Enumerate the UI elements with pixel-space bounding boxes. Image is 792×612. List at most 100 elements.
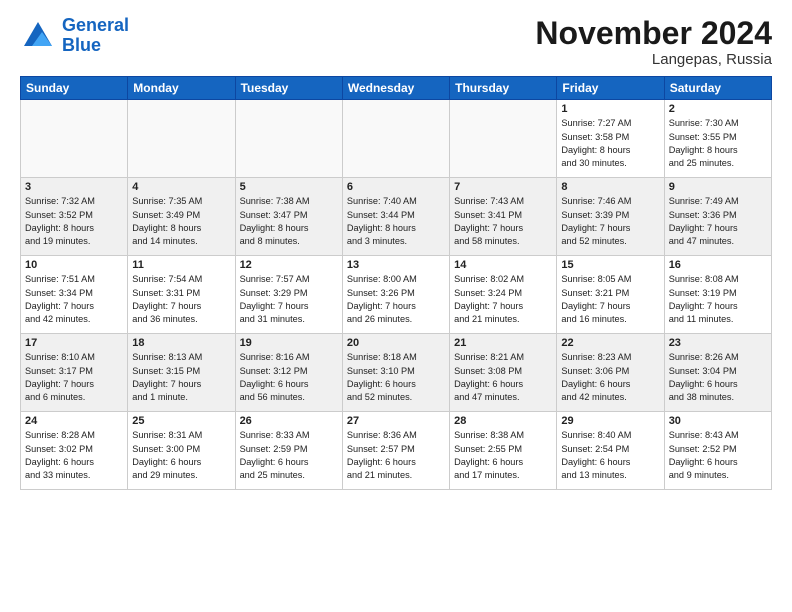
day-info: Sunrise: 8:05 AM Sunset: 3:21 PM Dayligh… <box>561 273 659 326</box>
day-number: 1 <box>561 103 659 115</box>
day-number: 17 <box>25 337 123 349</box>
calendar-cell: 12 Sunrise: 7:57 AM Sunset: 3:29 PM Dayli… <box>235 256 342 334</box>
calendar-cell: 9 Sunrise: 7:49 AM Sunset: 3:36 PM Daylig… <box>664 178 771 256</box>
day-number: 30 <box>669 415 767 427</box>
col-tuesday: Tuesday <box>235 77 342 100</box>
day-number: 8 <box>561 181 659 193</box>
day-number: 4 <box>132 181 230 193</box>
calendar-cell: 15 Sunrise: 8:05 AM Sunset: 3:21 PM Dayli… <box>557 256 664 334</box>
day-number: 12 <box>240 259 338 271</box>
day-info: Sunrise: 7:27 AM Sunset: 3:58 PM Dayligh… <box>561 117 659 170</box>
col-thursday: Thursday <box>450 77 557 100</box>
calendar-cell <box>235 100 342 178</box>
calendar-cell: 27 Sunrise: 8:36 AM Sunset: 2:57 PM Dayli… <box>342 412 449 490</box>
day-number: 7 <box>454 181 552 193</box>
day-number: 20 <box>347 337 445 349</box>
day-info: Sunrise: 8:43 AM Sunset: 2:52 PM Dayligh… <box>669 429 767 482</box>
calendar-cell: 3Sunrise: 7:32 AM Sunset: 3:52 PM Daylig… <box>21 178 128 256</box>
calendar-cell: 21Sunrise: 8:21 AM Sunset: 3:08 PM Dayli… <box>450 334 557 412</box>
day-info: Sunrise: 7:54 AM Sunset: 3:31 PM Dayligh… <box>132 273 230 326</box>
day-info: Sunrise: 8:08 AM Sunset: 3:19 PM Dayligh… <box>669 273 767 326</box>
calendar-cell: 13 Sunrise: 8:00 AM Sunset: 3:26 PM Dayli… <box>342 256 449 334</box>
day-info: Sunrise: 7:43 AM Sunset: 3:41 PM Dayligh… <box>454 195 552 248</box>
day-number: 28 <box>454 415 552 427</box>
day-info: Sunrise: 7:30 AM Sunset: 3:55 PM Dayligh… <box>669 117 767 170</box>
day-info: Sunrise: 7:46 AM Sunset: 3:39 PM Dayligh… <box>561 195 659 248</box>
calendar-cell: 29Sunrise: 8:40 AM Sunset: 2:54 PM Dayli… <box>557 412 664 490</box>
day-info: Sunrise: 8:28 AM Sunset: 3:02 PM Dayligh… <box>25 429 123 482</box>
col-wednesday: Wednesday <box>342 77 449 100</box>
day-info: Sunrise: 8:31 AM Sunset: 3:00 PM Dayligh… <box>132 429 230 482</box>
day-number: 11 <box>132 259 230 271</box>
day-number: 5 <box>240 181 338 193</box>
day-info: Sunrise: 8:13 AM Sunset: 3:15 PM Dayligh… <box>132 351 230 404</box>
day-info: Sunrise: 8:02 AM Sunset: 3:24 PM Dayligh… <box>454 273 552 326</box>
calendar-cell: 19 Sunrise: 8:16 AM Sunset: 3:12 PM Dayli… <box>235 334 342 412</box>
day-info: Sunrise: 7:40 AM Sunset: 3:44 PM Dayligh… <box>347 195 445 248</box>
day-number: 14 <box>454 259 552 271</box>
calendar-cell <box>450 100 557 178</box>
day-info: Sunrise: 8:38 AM Sunset: 2:55 PM Dayligh… <box>454 429 552 482</box>
calendar-cell: 23 Sunrise: 8:26 AM Sunset: 3:04 PM Dayli… <box>664 334 771 412</box>
col-sunday: Sunday <box>21 77 128 100</box>
day-number: 16 <box>669 259 767 271</box>
header: General Blue November 2024 Langepas, Rus… <box>20 16 772 68</box>
day-number: 25 <box>132 415 230 427</box>
day-info: Sunrise: 8:10 AM Sunset: 3:17 PM Dayligh… <box>25 351 123 404</box>
calendar-row-0: 1 Sunrise: 7:27 AM Sunset: 3:58 PM Daylig… <box>21 100 772 178</box>
logo-icon <box>20 18 56 54</box>
calendar-row-1: 3Sunrise: 7:32 AM Sunset: 3:52 PM Daylig… <box>21 178 772 256</box>
location: Langepas, Russia <box>535 51 772 68</box>
page: General Blue November 2024 Langepas, Rus… <box>0 0 792 612</box>
col-saturday: Saturday <box>664 77 771 100</box>
calendar-cell: 7 Sunrise: 7:43 AM Sunset: 3:41 PM Daylig… <box>450 178 557 256</box>
calendar-cell: 25 Sunrise: 8:31 AM Sunset: 3:00 PM Dayli… <box>128 412 235 490</box>
title-block: November 2024 Langepas, Russia <box>535 16 772 68</box>
calendar-cell: 18 Sunrise: 8:13 AM Sunset: 3:15 PM Dayli… <box>128 334 235 412</box>
logo-line1: General <box>62 15 129 35</box>
day-number: 26 <box>240 415 338 427</box>
day-info: Sunrise: 8:16 AM Sunset: 3:12 PM Dayligh… <box>240 351 338 404</box>
day-number: 27 <box>347 415 445 427</box>
calendar-cell: 5Sunrise: 7:38 AM Sunset: 3:47 PM Daylig… <box>235 178 342 256</box>
day-info: Sunrise: 8:00 AM Sunset: 3:26 PM Dayligh… <box>347 273 445 326</box>
calendar-cell: 2 Sunrise: 7:30 AM Sunset: 3:55 PM Daylig… <box>664 100 771 178</box>
day-info: Sunrise: 8:26 AM Sunset: 3:04 PM Dayligh… <box>669 351 767 404</box>
calendar-row-3: 17 Sunrise: 8:10 AM Sunset: 3:17 PM Dayli… <box>21 334 772 412</box>
day-number: 15 <box>561 259 659 271</box>
day-info: Sunrise: 7:49 AM Sunset: 3:36 PM Dayligh… <box>669 195 767 248</box>
calendar-cell: 26Sunrise: 8:33 AM Sunset: 2:59 PM Dayli… <box>235 412 342 490</box>
calendar-cell <box>128 100 235 178</box>
day-number: 18 <box>132 337 230 349</box>
month-title: November 2024 <box>535 16 772 51</box>
calendar-cell: 10Sunrise: 7:51 AM Sunset: 3:34 PM Dayli… <box>21 256 128 334</box>
calendar-cell: 20 Sunrise: 8:18 AM Sunset: 3:10 PM Dayli… <box>342 334 449 412</box>
calendar-cell <box>342 100 449 178</box>
day-info: Sunrise: 8:36 AM Sunset: 2:57 PM Dayligh… <box>347 429 445 482</box>
day-number: 6 <box>347 181 445 193</box>
logo: General Blue <box>20 16 129 56</box>
day-number: 2 <box>669 103 767 115</box>
day-info: Sunrise: 7:57 AM Sunset: 3:29 PM Dayligh… <box>240 273 338 326</box>
day-number: 10 <box>25 259 123 271</box>
day-info: Sunrise: 8:18 AM Sunset: 3:10 PM Dayligh… <box>347 351 445 404</box>
calendar-cell <box>21 100 128 178</box>
day-number: 9 <box>669 181 767 193</box>
calendar-row-4: 24 Sunrise: 8:28 AM Sunset: 3:02 PM Dayli… <box>21 412 772 490</box>
calendar-cell: 30 Sunrise: 8:43 AM Sunset: 2:52 PM Dayli… <box>664 412 771 490</box>
day-number: 23 <box>669 337 767 349</box>
logo-text: General Blue <box>62 16 129 56</box>
day-number: 29 <box>561 415 659 427</box>
day-info: Sunrise: 7:35 AM Sunset: 3:49 PM Dayligh… <box>132 195 230 248</box>
calendar-cell: 22Sunrise: 8:23 AM Sunset: 3:06 PM Dayli… <box>557 334 664 412</box>
day-number: 13 <box>347 259 445 271</box>
calendar-row-2: 10Sunrise: 7:51 AM Sunset: 3:34 PM Dayli… <box>21 256 772 334</box>
calendar-cell: 8 Sunrise: 7:46 AM Sunset: 3:39 PM Daylig… <box>557 178 664 256</box>
calendar-cell: 4 Sunrise: 7:35 AM Sunset: 3:49 PM Daylig… <box>128 178 235 256</box>
calendar-cell: 1 Sunrise: 7:27 AM Sunset: 3:58 PM Daylig… <box>557 100 664 178</box>
calendar-header-row: Sunday Monday Tuesday Wednesday Thursday… <box>21 77 772 100</box>
day-number: 19 <box>240 337 338 349</box>
day-info: Sunrise: 8:23 AM Sunset: 3:06 PM Dayligh… <box>561 351 659 404</box>
day-number: 24 <box>25 415 123 427</box>
day-info: Sunrise: 8:21 AM Sunset: 3:08 PM Dayligh… <box>454 351 552 404</box>
